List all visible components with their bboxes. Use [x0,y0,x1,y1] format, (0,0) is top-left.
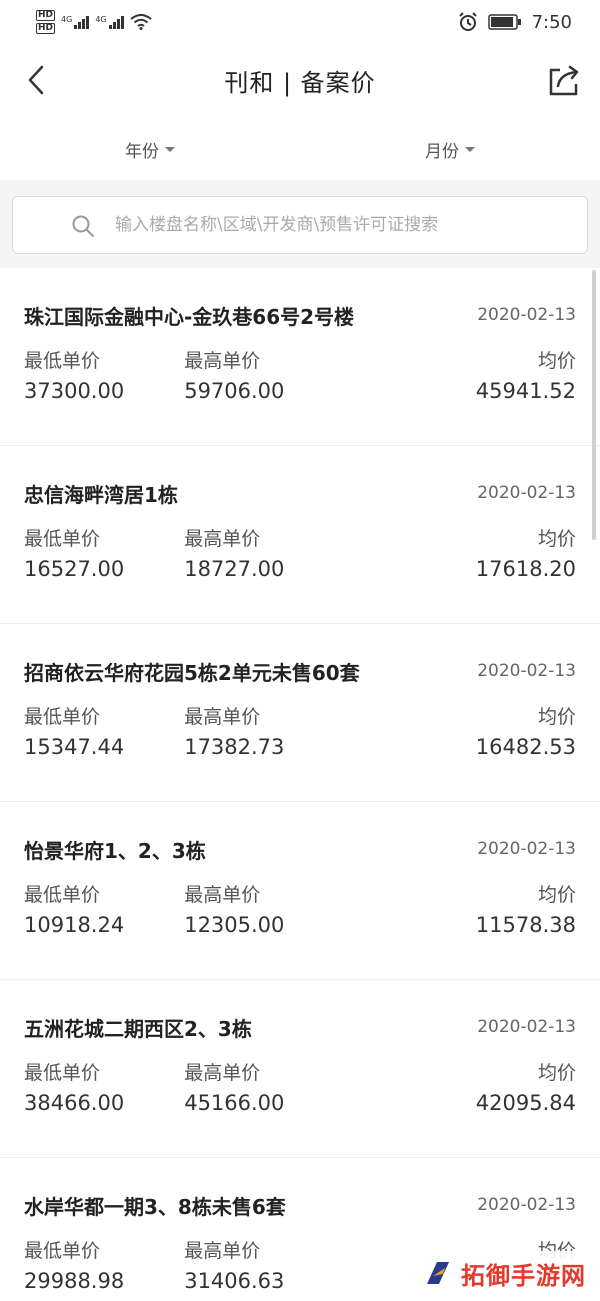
min-price-value: 38466.00 [24,1091,125,1115]
wifi-icon [129,14,152,30]
item-name: 水岸华都一期3、8栋未售6套 [24,1194,286,1219]
min-price-value: 15347.44 [24,735,125,759]
min-price-label: 最低单价 [24,1062,101,1084]
avg-price-label: 均价 [537,350,576,372]
hd-badge: HD [36,23,56,34]
list-item[interactable]: 珠江国际金融中心-金玖巷66号2号楼 2020-02-13 最低单价 37300.… [0,268,600,446]
max-price-label: 最高单价 [184,350,261,372]
status-time: 7:50 [531,11,572,33]
signal-icon: 4G [61,14,90,29]
list-item[interactable]: 忠信海畔湾居1栋 2020-02-13 最低单价 16527.00 最高单价 187… [0,446,600,624]
back-chevron-icon[interactable] [22,64,54,96]
year-filter-label: 年份 [125,141,159,162]
scrollbar[interactable] [592,270,596,540]
item-name: 怡景华府1、2、3栋 [24,838,206,863]
network-type: 4G [95,14,107,24]
list-item[interactable]: 怡景华府1、2、3栋 2020-02-13 最低单价 10918.24 最高单价 1… [0,802,600,980]
caret-down-icon [165,146,175,152]
watermark: 拓御手游网 [417,1251,592,1295]
status-right: 7:50 [458,12,572,33]
avg-price-value: 17618.20 [475,557,576,581]
item-date: 2020-02-13 [477,839,576,859]
status-bar: HD HD 4G 4G 7:50 [0,0,600,44]
filter-bar: 年份 月份 [0,124,600,174]
watermark-logo-icon [427,1262,449,1284]
item-date: 2020-02-13 [477,1017,576,1037]
search-area [0,180,600,268]
min-price-value: 29988.98 [24,1269,125,1293]
avg-price-value: 16482.53 [475,735,576,759]
page-title: 刊和 | 备案价 [224,68,376,97]
avg-price-label: 均价 [537,528,576,550]
min-price-value: 16527.00 [24,557,125,581]
network-type: 4G [61,14,73,24]
avg-price-label: 均价 [537,706,576,728]
avg-price-value: 42095.84 [475,1091,576,1115]
max-price-label: 最高单价 [184,528,261,550]
item-name: 五洲花城二期西区2、3栋 [24,1016,252,1041]
max-price-value: 18727.00 [184,557,285,581]
month-filter-label: 月份 [425,141,459,162]
hd-badges: HD HD [36,10,56,34]
search-icon [72,215,94,237]
signal-icon: 4G [95,14,124,29]
min-price-label: 最低单价 [24,706,101,728]
list-item[interactable]: 五洲花城二期西区2、3栋 2020-02-13 最低单价 38466.00 最高单… [0,980,600,1158]
avg-price-value: 45941.52 [475,379,576,403]
item-name: 忠信海畔湾居1栋 [24,482,178,507]
item-name: 珠江国际金融中心-金玖巷66号2号楼 [24,304,355,329]
list-item[interactable]: 招商依云华府花园5栋2单元未售60套 2020-02-13 最低单价 15347.… [0,624,600,802]
search-input[interactable] [115,215,575,235]
watermark-text: 拓御手游网 [461,1261,586,1290]
min-price-label: 最低单价 [24,350,101,372]
max-price-label: 最高单价 [184,1240,261,1262]
avg-price-label: 均价 [537,1062,576,1084]
min-price-value: 37300.00 [24,379,125,403]
month-filter[interactable]: 月份 [300,124,600,174]
max-price-label: 最高单价 [184,706,261,728]
min-price-label: 最低单价 [24,1240,101,1262]
hd-badge: HD [36,10,56,21]
avg-price-value: 11578.38 [475,913,576,937]
min-price-label: 最低单价 [24,884,101,906]
year-filter[interactable]: 年份 [0,124,300,174]
max-price-value: 31406.63 [184,1269,285,1293]
nav-bar: 刊和 | 备案价 [0,50,600,110]
battery-icon [487,14,521,30]
item-name: 招商依云华府花园5栋2单元未售60套 [24,660,360,685]
max-price-value: 12305.00 [184,913,285,937]
max-price-value: 59706.00 [184,379,285,403]
item-date: 2020-02-13 [477,1195,576,1215]
caret-down-icon [465,146,475,152]
search-box[interactable] [12,196,588,254]
item-date: 2020-02-13 [477,661,576,681]
min-price-value: 10918.24 [24,913,125,937]
price-list: 珠江国际金融中心-金玖巷66号2号楼 2020-02-13 最低单价 37300.… [0,268,600,1301]
min-price-label: 最低单价 [24,528,101,550]
max-price-label: 最高单价 [184,1062,261,1084]
item-date: 2020-02-13 [477,483,576,503]
share-icon[interactable] [546,62,582,98]
alarm-icon [458,12,477,31]
max-price-value: 17382.73 [184,735,285,759]
max-price-label: 最高单价 [184,884,261,906]
item-date: 2020-02-13 [477,305,576,325]
avg-price-label: 均价 [537,884,576,906]
status-left: HD HD 4G 4G [36,10,152,34]
max-price-value: 45166.00 [184,1091,285,1115]
